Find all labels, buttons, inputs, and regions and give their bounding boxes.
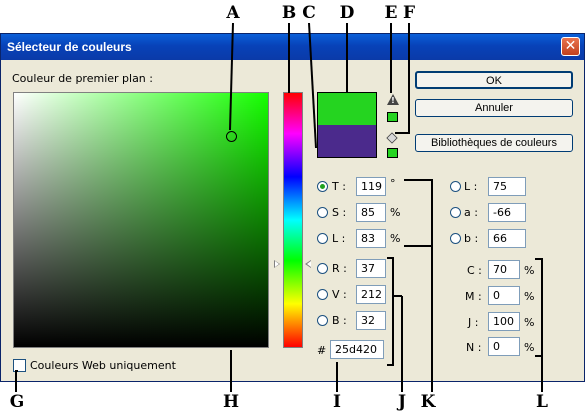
web-safe-cube-icon[interactable] (386, 132, 398, 144)
radio-red[interactable] (317, 263, 328, 274)
radio-lab-a[interactable] (450, 207, 461, 218)
cyan-label: C : (467, 264, 482, 277)
cyan-unit: % (524, 264, 535, 277)
color-field[interactable] (13, 92, 269, 348)
hue-unit: ° (390, 177, 396, 190)
callout-c: C (302, 3, 316, 23)
red-input[interactable]: 37 (356, 259, 386, 278)
lab-b-input[interactable]: 66 (488, 229, 526, 248)
saturation-label: S : (332, 206, 347, 219)
warning-mark-icon: ! (391, 96, 395, 105)
title-bar[interactable]: Sélecteur de couleurs ✕ (1, 34, 584, 60)
foreground-label: Couleur de premier plan : (12, 72, 153, 85)
black-input[interactable]: 0 (488, 337, 520, 356)
saturation-unit: % (390, 206, 401, 219)
black-unit: % (524, 341, 535, 354)
yellow-unit: % (524, 316, 535, 329)
hue-slider[interactable] (283, 92, 303, 348)
lab-l-label: L : (464, 180, 478, 193)
callout-j: J (397, 392, 407, 412)
callout-g: G (9, 392, 25, 412)
color-libraries-button[interactable]: Bibliothèques de couleurs (415, 134, 573, 152)
color-picker-circle[interactable] (226, 131, 237, 142)
web-colors-only-label: Couleurs Web uniquement (30, 359, 176, 372)
current-color-swatch[interactable] (317, 125, 377, 158)
hue-slider-left-arrow-fill (275, 261, 279, 267)
radio-hue[interactable] (317, 181, 328, 192)
hue-input[interactable]: 119 (356, 177, 386, 196)
blue-input[interactable]: 32 (356, 311, 386, 330)
lab-a-input[interactable]: -66 (488, 203, 526, 222)
blue-label: B : (332, 314, 347, 327)
brightness-unit: % (390, 232, 401, 245)
new-color-swatch (317, 92, 377, 125)
hue-label: T : (332, 180, 346, 193)
ok-button[interactable]: OK (415, 71, 573, 89)
radio-blue[interactable] (317, 315, 328, 326)
hex-label: # (317, 344, 327, 357)
yellow-input[interactable]: 100 (488, 312, 520, 331)
lab-l-input[interactable]: 75 (488, 177, 526, 196)
radio-saturation[interactable] (317, 207, 328, 218)
lab-b-label: b : (464, 232, 479, 245)
callout-l: L (536, 392, 548, 412)
gamut-color-swatch[interactable] (387, 112, 398, 122)
saturation-input[interactable]: 85 (356, 203, 386, 222)
close-icon: ✕ (564, 38, 577, 54)
callout-h: H (222, 392, 240, 412)
close-button[interactable]: ✕ (561, 37, 580, 56)
green-label: V : (332, 288, 347, 301)
hue-slider-right-arrow-fill (307, 261, 311, 267)
brightness-input[interactable]: 83 (356, 229, 386, 248)
lab-a-label: a : (464, 206, 478, 219)
web-colors-only-checkbox[interactable] (13, 359, 26, 372)
red-label: R : (332, 262, 347, 275)
cancel-button[interactable]: Annuler (415, 99, 573, 117)
callout-f: F (402, 3, 416, 23)
callout-b: B (281, 3, 297, 23)
cyan-input[interactable]: 70 (488, 260, 520, 279)
color-picker-dialog: Sélecteur de couleurs ✕ Couleur de premi… (0, 33, 585, 382)
hex-input[interactable]: 25d420 (330, 340, 384, 359)
callout-a: A (226, 3, 240, 23)
radio-brightness[interactable] (317, 233, 328, 244)
radio-green[interactable] (317, 289, 328, 300)
magenta-label: M : (465, 290, 482, 303)
callout-d: D (339, 3, 355, 23)
callout-k: K (420, 392, 436, 412)
brightness-label: L : (332, 232, 346, 245)
yellow-label: J : (468, 316, 479, 329)
window-title: Sélecteur de couleurs (7, 40, 132, 54)
magenta-unit: % (524, 290, 535, 303)
green-input[interactable]: 212 (356, 285, 386, 304)
callout-e: E (384, 3, 398, 23)
radio-lab-b[interactable] (450, 233, 461, 244)
magenta-input[interactable]: 0 (488, 286, 520, 305)
black-label: N : (466, 341, 482, 354)
callout-i: I (333, 392, 341, 412)
radio-lab-l[interactable] (450, 181, 461, 192)
web-safe-color-swatch[interactable] (387, 148, 398, 158)
